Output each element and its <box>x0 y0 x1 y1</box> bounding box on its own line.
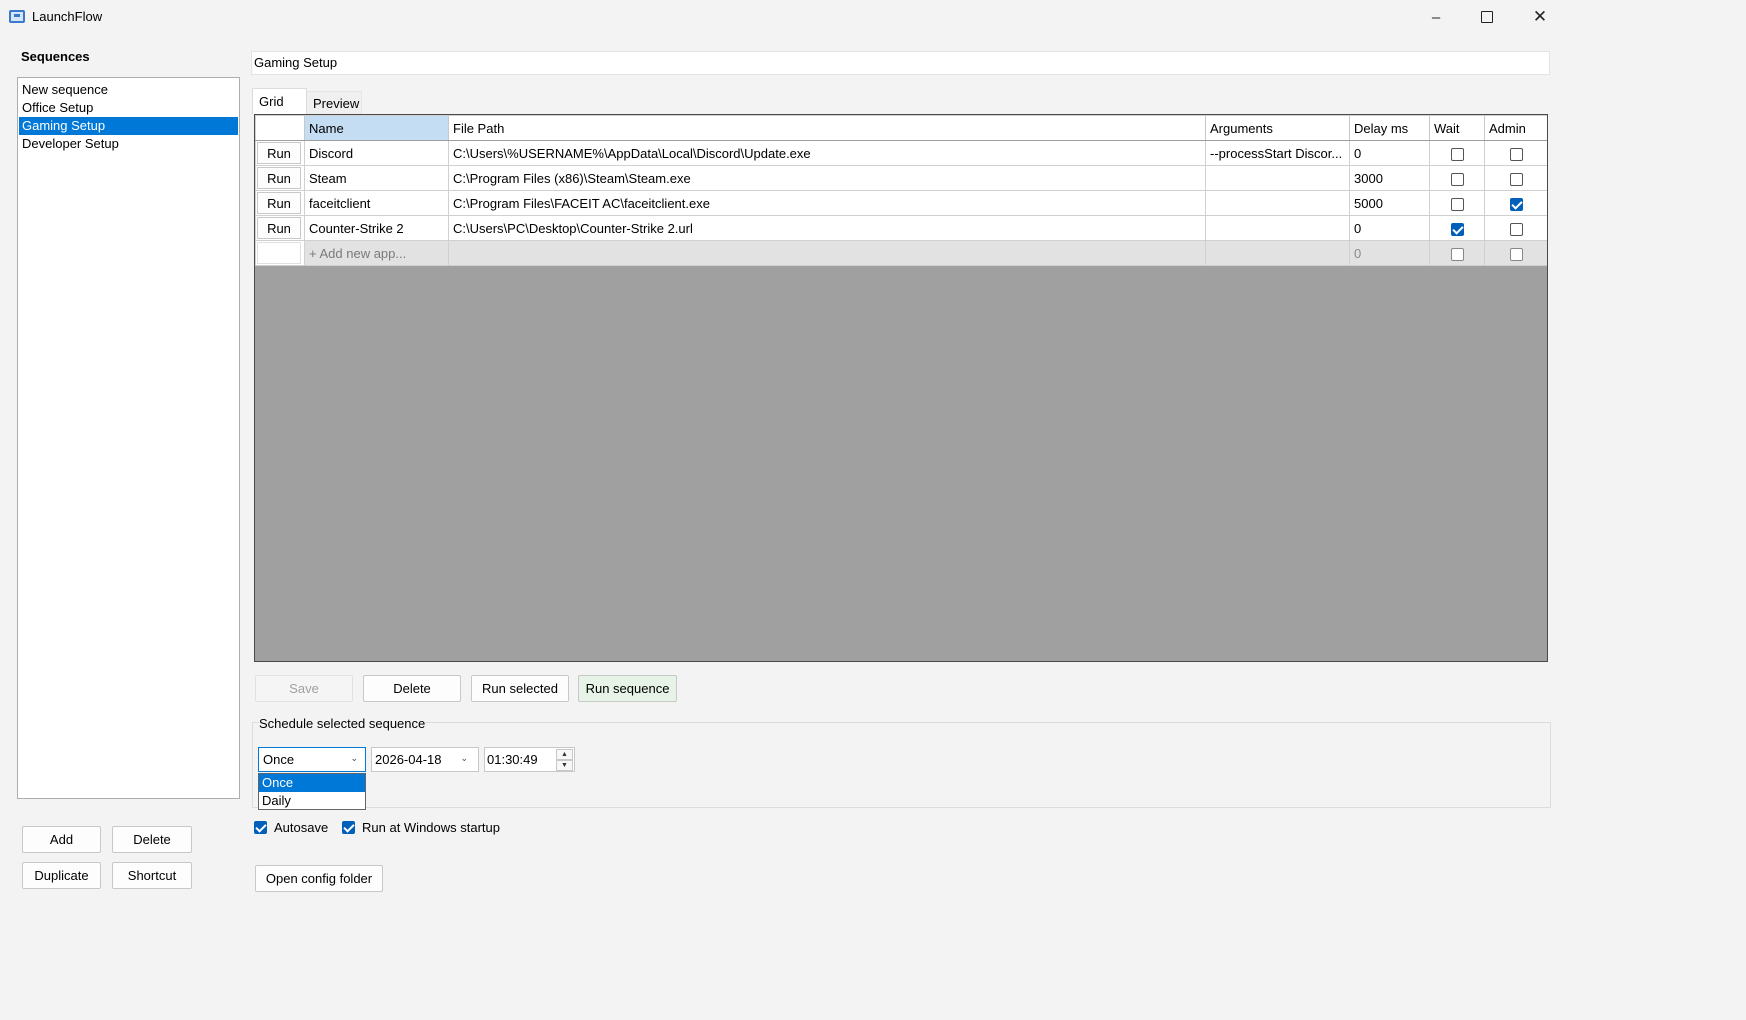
cell-delay[interactable]: 5000 <box>1349 190 1430 216</box>
cell-file-path[interactable]: C:\Program Files (x86)\Steam\Steam.exe <box>448 165 1206 191</box>
column-header-arguments[interactable]: Arguments <box>1205 115 1350 141</box>
time-picker[interactable]: 01:30:49 ▲ ▼ <box>484 747 575 772</box>
chevron-down-icon: ⌄ <box>350 753 358 763</box>
app-icon <box>9 10 25 23</box>
column-header-name[interactable]: Name <box>304 115 449 141</box>
run-app-button[interactable]: Run <box>257 142 301 164</box>
new-row-run-slot <box>257 242 301 264</box>
date-picker[interactable]: 2026-04-18 ⌄ <box>371 747 479 772</box>
sequence-item[interactable]: New sequence <box>19 81 238 99</box>
run-app-button[interactable]: Run <box>257 192 301 214</box>
shortcut-button[interactable]: Shortcut <box>112 862 192 889</box>
delete-sequence-button[interactable]: Delete <box>112 826 192 853</box>
tab-preview[interactable]: Preview <box>306 91 362 114</box>
cell-delay[interactable]: 3000 <box>1349 165 1430 191</box>
save-button[interactable]: Save <box>255 675 353 702</box>
cell-name[interactable]: Counter-Strike 2 <box>304 215 449 241</box>
new-row[interactable]: + Add new app... 0 <box>255 240 1547 266</box>
sequence-list[interactable]: New sequence Office Setup Gaming Setup D… <box>17 77 240 799</box>
new-row-arguments[interactable] <box>1205 240 1350 266</box>
autosave-checkbox[interactable] <box>254 821 267 834</box>
cell-arguments[interactable]: --processStart Discor... <box>1205 140 1350 166</box>
frequency-option-daily[interactable]: Daily <box>259 792 365 810</box>
startup-option[interactable]: Run at Windows startup <box>342 820 500 835</box>
admin-checkbox[interactable] <box>1509 222 1523 236</box>
frequency-option-once[interactable]: Once <box>259 774 365 792</box>
table-row[interactable]: Run Steam C:\Program Files (x86)\Steam\S… <box>255 165 1547 191</box>
title-bar <box>0 0 1568 34</box>
column-header-run[interactable] <box>255 115 305 141</box>
table-row[interactable]: Run Counter-Strike 2 C:\Users\PC\Desktop… <box>255 215 1547 241</box>
calendar-dropdown-icon[interactable]: ⌄ <box>460 753 468 764</box>
cell-file-path[interactable]: C:\Program Files\FACEIT AC\faceitclient.… <box>448 190 1206 216</box>
window-title: LaunchFlow <box>32 9 103 24</box>
close-icon: ✕ <box>1532 7 1548 26</box>
sequence-item[interactable]: Developer Setup <box>19 135 238 153</box>
cell-file-path[interactable]: C:\Users\PC\Desktop\Counter-Strike 2.url <box>448 215 1206 241</box>
cell-arguments[interactable] <box>1205 165 1350 191</box>
admin-checkbox[interactable] <box>1509 197 1523 211</box>
add-sequence-button[interactable]: Add <box>22 826 101 853</box>
wait-checkbox[interactable] <box>1450 222 1464 236</box>
admin-checkbox[interactable] <box>1509 172 1523 186</box>
cell-arguments[interactable] <box>1205 215 1350 241</box>
cell-arguments[interactable] <box>1205 190 1350 216</box>
sequence-name-input[interactable]: Gaming Setup <box>251 51 1550 75</box>
maximize-icon <box>1481 11 1493 23</box>
schedule-label: Schedule selected sequence <box>259 716 426 731</box>
cell-name[interactable]: faceitclient <box>304 190 449 216</box>
admin-checkbox[interactable] <box>1509 147 1523 161</box>
run-app-button[interactable]: Run <box>257 167 301 189</box>
frequency-value: Once <box>263 752 295 767</box>
wait-checkbox[interactable] <box>1450 197 1464 211</box>
sequences-heading: Sequences <box>21 49 90 64</box>
table-row[interactable]: Run Discord C:\Users\%USERNAME%\AppData\… <box>255 140 1547 166</box>
column-header-admin[interactable]: Admin <box>1484 115 1547 141</box>
spin-up-icon[interactable]: ▲ <box>556 749 573 760</box>
delete-app-button[interactable]: Delete <box>363 675 461 702</box>
cell-delay[interactable]: 0 <box>1349 215 1430 241</box>
duplicate-sequence-button[interactable]: Duplicate <box>22 862 101 889</box>
admin-checkbox[interactable] <box>1509 247 1523 261</box>
frequency-select[interactable]: Once ⌄ <box>258 747 366 772</box>
sequence-item[interactable]: Office Setup <box>19 99 238 117</box>
minimize-icon: – <box>1431 8 1441 26</box>
autosave-option[interactable]: Autosave <box>254 820 328 835</box>
cell-name[interactable]: Discord <box>304 140 449 166</box>
wait-checkbox[interactable] <box>1450 172 1464 186</box>
new-row-delay[interactable]: 0 <box>1349 240 1430 266</box>
minimize-button[interactable]: – <box>1410 0 1462 34</box>
apps-grid[interactable]: Name File Path Arguments Delay ms Wait A… <box>254 114 1548 662</box>
date-value: 2026-04-18 <box>375 752 442 767</box>
autosave-label: Autosave <box>274 820 329 835</box>
tab-grid[interactable]: Grid <box>252 88 307 114</box>
open-config-folder-button[interactable]: Open config folder <box>255 865 383 892</box>
startup-label: Run at Windows startup <box>362 820 501 835</box>
time-value: 01:30:49 <box>487 752 538 767</box>
table-row[interactable]: Run faceitclient C:\Program Files\FACEIT… <box>255 190 1547 216</box>
new-row-name[interactable]: + Add new app... <box>304 240 449 266</box>
column-header-file-path[interactable]: File Path <box>448 115 1206 141</box>
run-app-button[interactable]: Run <box>257 217 301 239</box>
cell-file-path[interactable]: C:\Users\%USERNAME%\AppData\Local\Discor… <box>448 140 1206 166</box>
maximize-button[interactable] <box>1461 0 1513 34</box>
column-header-delay[interactable]: Delay ms <box>1349 115 1430 141</box>
new-row-file-path[interactable] <box>448 240 1206 266</box>
sequence-item-selected[interactable]: Gaming Setup <box>19 117 238 135</box>
cell-name[interactable]: Steam <box>304 165 449 191</box>
column-header-wait[interactable]: Wait <box>1429 115 1485 141</box>
close-button[interactable]: ✕ <box>1514 0 1566 34</box>
cell-delay[interactable]: 0 <box>1349 140 1430 166</box>
run-selected-button[interactable]: Run selected <box>471 675 569 702</box>
wait-checkbox[interactable] <box>1450 147 1464 161</box>
startup-checkbox[interactable] <box>342 821 355 834</box>
spin-down-icon[interactable]: ▼ <box>556 760 573 771</box>
frequency-dropdown[interactable]: Once Daily <box>258 773 366 810</box>
wait-checkbox[interactable] <box>1450 247 1464 261</box>
run-sequence-button[interactable]: Run sequence <box>578 675 677 702</box>
